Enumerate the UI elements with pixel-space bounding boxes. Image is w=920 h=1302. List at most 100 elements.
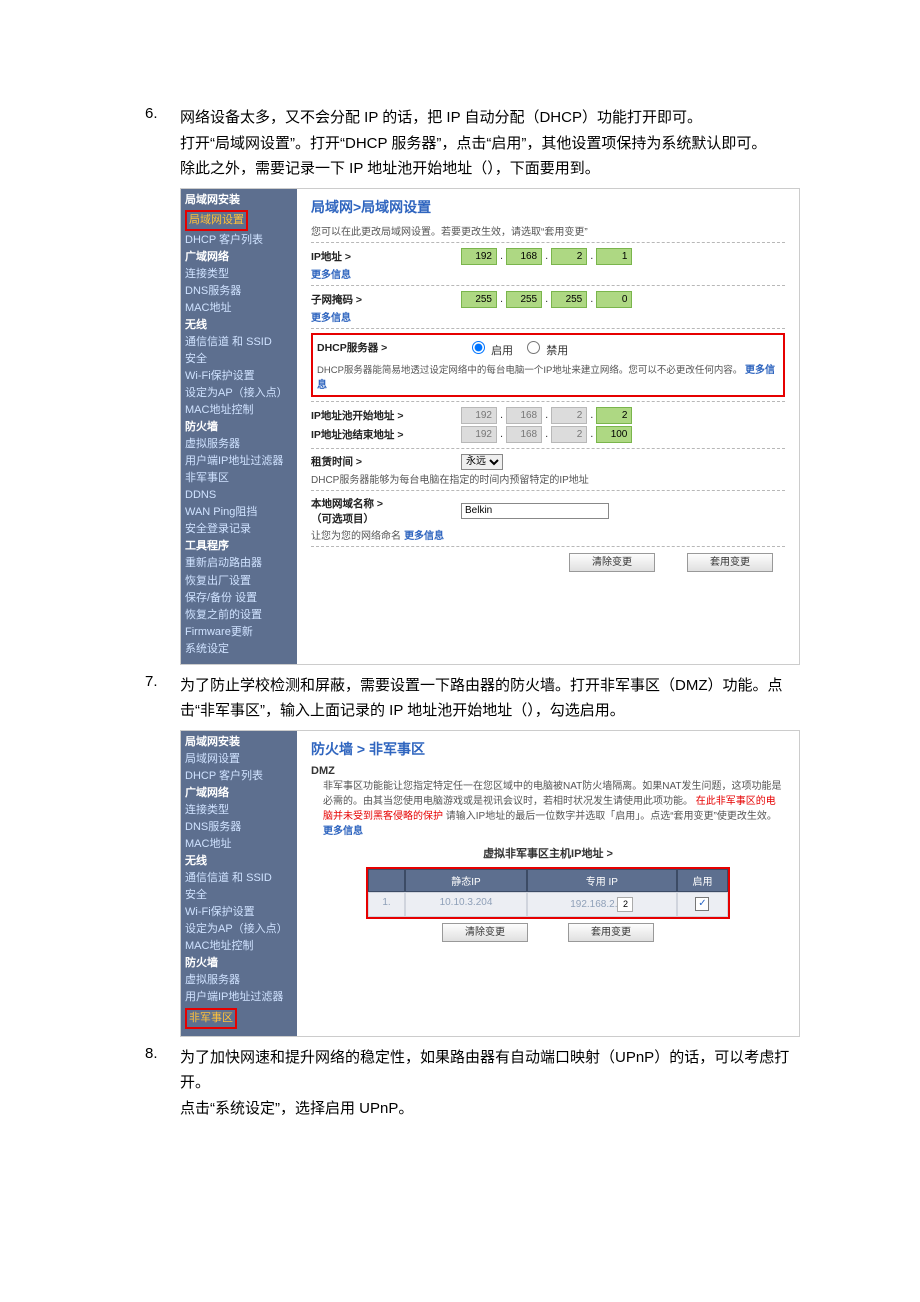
sidebar-item-lan-settings[interactable]: 局域网设置 (185, 210, 248, 231)
dhcp-disable-text: 禁用 (546, 345, 568, 357)
dhcp-enable-radio[interactable] (472, 341, 485, 354)
ip-octet-4[interactable]: 1 (596, 248, 632, 265)
pool-end-3: 2 (551, 426, 587, 443)
pool-start-4[interactable]: 2 (596, 407, 632, 424)
mask-octet-2[interactable]: 255 (506, 291, 542, 308)
sidebar-item-security[interactable]: 安全 (185, 351, 293, 368)
list-number-6: 6. (145, 105, 158, 122)
sidebar-item-wps[interactable]: Wi-Fi保护设置 (185, 368, 293, 385)
subnet-value: 255. 255. 255. 0 (461, 291, 635, 308)
lan-panel-title: 局域网>局域网设置 (311, 197, 785, 217)
sidebar-item-wan-ping[interactable]: WAN Ping阻挡 (185, 504, 293, 521)
screenshot-lan-settings: 局域网安装 局域网设置 DHCP 客户列表 广域网络 连接类型 DNS服务器 M… (180, 188, 800, 665)
sidebar-item-firmware[interactable]: Firmware更新 (185, 624, 293, 641)
dmz-heading: DMZ (311, 765, 785, 777)
sidebar-item-client-ip-filter[interactable]: 用户端IP地址过滤器 (185, 453, 293, 470)
sidebar2-cat-wan: 广域网络 (185, 785, 293, 802)
sidebar-item-ap-mode[interactable]: 设定为AP（接入点） (185, 385, 293, 402)
dmz-clear-button[interactable]: 清除变更 (442, 923, 528, 942)
col-index (368, 869, 405, 892)
sidebar2-item-lan-settings[interactable]: 局域网设置 (185, 751, 293, 768)
mask-octet-3[interactable]: 255 (551, 291, 587, 308)
sidebar2-item-security[interactable]: 安全 (185, 887, 293, 904)
mask-octet-1[interactable]: 255 (461, 291, 497, 308)
sidebar-item-dns[interactable]: DNS服务器 (185, 283, 293, 300)
sidebar2-item-mac-filter[interactable]: MAC地址控制 (185, 938, 293, 955)
dmz-panel: 防火墙 > 非军事区 DMZ 非军事区功能能让您指定特定任一在您区域中的电脑被N… (297, 731, 799, 1036)
mask-more-info[interactable]: 更多信息 (311, 309, 785, 324)
sidebar-dmz: 局域网安装 局域网设置 DHCP 客户列表 广域网络 连接类型 DNS服务器 M… (181, 731, 297, 1036)
lan-settings-panel: 局域网>局域网设置 您可以在此更改局域网设置。若要更改生效，请选取“套用变更” … (297, 189, 799, 664)
pool-end-1: 192 (461, 426, 497, 443)
lease-desc: DHCP服务器能够为每台电脑在指定的时间内预留特定的IP地址 (311, 471, 785, 486)
ip-octet-2[interactable]: 168 (506, 248, 542, 265)
dmz-apply-button[interactable]: 套用变更 (568, 923, 654, 942)
row1-index: 1. (368, 892, 405, 917)
local-more-info[interactable]: 更多信息 (404, 531, 444, 542)
dhcp-desc-text: DHCP服务器能简易地透过设定网络中的每台电脑一个IP地址来建立网络。您可以不必… (317, 365, 742, 376)
local-domain-label: 本地网域名称 > （可选项目） (311, 496, 461, 526)
mask-octet-4[interactable]: 0 (596, 291, 632, 308)
ip-more-info[interactable]: 更多信息 (311, 266, 785, 281)
sidebar-item-dhcp-clients[interactable]: DHCP 客户列表 (185, 232, 293, 249)
sidebar-item-reboot[interactable]: 重新启动路由器 (185, 555, 293, 572)
dmz-enable-checkbox[interactable]: ✓ (695, 897, 709, 911)
pool-end-4[interactable]: 100 (596, 426, 632, 443)
item-6-text: 网络设备太多，又不会分配 IP 的话，把 IP 自动分配（DHCP）功能打开即可… (180, 105, 800, 182)
ip-address-label: IP地址 > (311, 249, 461, 264)
lan-panel-desc: 您可以在此更改局域网设置。若要更改生效，请选取“套用变更” (311, 223, 785, 238)
lease-select[interactable]: 永远 (461, 454, 503, 470)
pool-start-3: 2 (551, 407, 587, 424)
dhcp-disable-radio[interactable] (527, 341, 540, 354)
sidebar-lan: 局域网安装 局域网设置 DHCP 客户列表 广域网络 连接类型 DNS服务器 M… (181, 189, 297, 664)
sidebar-cat-tools: 工具程序 (185, 538, 293, 555)
sidebar2-cat-lan: 局域网安装 (185, 734, 293, 751)
sidebar2-item-client-ip-filter[interactable]: 用户端IP地址过滤器 (185, 989, 293, 1006)
dmz-panel-title: 防火墙 > 非军事区 (311, 739, 785, 759)
pool-start-1: 192 (461, 407, 497, 424)
screenshot-dmz: 局域网安装 局域网设置 DHCP 客户列表 广域网络 连接类型 DNS服务器 M… (180, 730, 800, 1037)
sidebar2-item-dns[interactable]: DNS服务器 (185, 819, 293, 836)
row1-static-ip: 10.10.3.204 (405, 892, 527, 917)
dmz-host-table: 静态IP 专用 IP 启用 1. 10.10.3.204 192.168.2.2… (366, 867, 730, 919)
sidebar-item-sec-log[interactable]: 安全登录记录 (185, 521, 293, 538)
lease-label: 租赁时间 > (311, 454, 461, 469)
sidebar2-item-dmz[interactable]: 非军事区 (185, 1008, 237, 1029)
ip-octet-1[interactable]: 192 (461, 248, 497, 265)
local-domain-desc: 让您为您的网络命名 (311, 531, 401, 542)
sidebar-item-system[interactable]: 系统设定 (185, 641, 293, 658)
sidebar2-item-ssid[interactable]: 通信信道 和 SSID (185, 870, 293, 887)
list-number-7: 7. (145, 673, 158, 690)
sidebar-item-conn-type[interactable]: 连接类型 (185, 266, 293, 283)
dmz-more-info[interactable]: 更多信息 (323, 826, 363, 837)
item-7-text: 为了防止学校检测和屏蔽，需要设置一下路由器的防火墙。打开非军事区（DMZ）功能。… (180, 673, 800, 724)
col-private-ip: 专用 IP (527, 869, 677, 892)
sidebar-item-restore[interactable]: 恢复之前的设置 (185, 607, 293, 624)
sidebar-item-backup[interactable]: 保存/备份 设置 (185, 590, 293, 607)
sidebar-item-mac-filter[interactable]: MAC地址控制 (185, 402, 293, 419)
sidebar2-cat-firewall: 防火墙 (185, 955, 293, 972)
sidebar-item-ddns[interactable]: DDNS (185, 487, 293, 504)
sidebar-item-dmz[interactable]: 非军事区 (185, 470, 293, 487)
sidebar-cat-firewall: 防火墙 (185, 419, 293, 436)
dmz-private-ip-input[interactable]: 2 (617, 897, 633, 912)
sidebar2-item-mac[interactable]: MAC地址 (185, 836, 293, 853)
dmz-desc-2: 请输入IP地址的最后一位数字并选取「启用」。点选“套用变更”使更改生效。 (446, 811, 777, 822)
row1-enable: ✓ (677, 892, 728, 917)
sidebar2-item-virtual-server[interactable]: 虚拟服务器 (185, 972, 293, 989)
pool-end-2: 168 (506, 426, 542, 443)
dhcp-server-label: DHCP服务器 > (317, 340, 467, 355)
local-domain-input[interactable] (461, 503, 609, 519)
apply-button[interactable]: 套用变更 (687, 553, 773, 572)
sidebar2-item-dhcp-clients[interactable]: DHCP 客户列表 (185, 768, 293, 785)
sidebar-item-virtual-server[interactable]: 虚拟服务器 (185, 436, 293, 453)
sidebar-item-mac[interactable]: MAC地址 (185, 300, 293, 317)
sidebar2-item-wps[interactable]: Wi-Fi保护设置 (185, 904, 293, 921)
sidebar2-item-conn-type[interactable]: 连接类型 (185, 802, 293, 819)
ip-octet-3[interactable]: 2 (551, 248, 587, 265)
dhcp-enable-text: 启用 (491, 345, 513, 357)
sidebar-item-ssid[interactable]: 通信信道 和 SSID (185, 334, 293, 351)
clear-button[interactable]: 清除变更 (569, 553, 655, 572)
sidebar2-item-ap-mode[interactable]: 设定为AP（接入点） (185, 921, 293, 938)
sidebar-item-factory[interactable]: 恢复出厂设置 (185, 573, 293, 590)
